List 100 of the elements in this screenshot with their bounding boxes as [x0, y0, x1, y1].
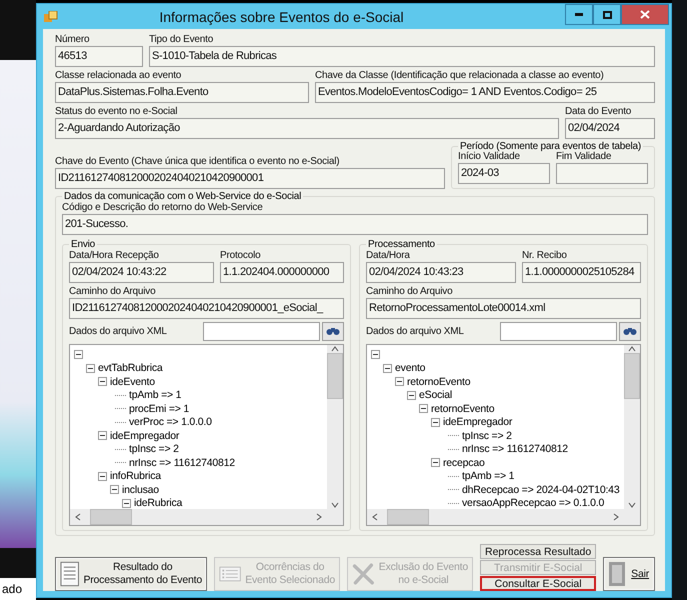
text-field[interactable]: RetornoProcessamentoLote00014.xml [366, 298, 641, 319]
text-field[interactable]: 02/04/2024 10:43:22 [69, 262, 214, 283]
scroll-right-icon[interactable] [315, 513, 323, 521]
tree-node[interactable]: eSocial [419, 389, 452, 402]
action-button[interactable]: Consultar E-Social [480, 576, 596, 591]
text-field[interactable] [556, 163, 648, 184]
field-label: Dados do arquivo XML [69, 325, 168, 338]
scrollbar-thumb[interactable] [90, 509, 132, 525]
text-field[interactable]: DataPlus.Sistemas.Folha.Evento [55, 82, 309, 103]
collapse-icon[interactable] [98, 377, 107, 386]
collapse-icon[interactable] [110, 485, 119, 494]
scroll-up-icon[interactable] [628, 345, 636, 353]
text-field[interactable]: Eventos.ModeloEventosCodigo= 1 AND Eventos.Codigo= 25 [315, 82, 655, 103]
text-field[interactable]: 201-Sucesso. [62, 214, 648, 235]
list-icon [219, 565, 242, 583]
document-icon [60, 561, 80, 587]
collapse-icon[interactable] [74, 350, 83, 360]
tree-node[interactable]: tpAmb => 1 [462, 470, 514, 482]
close-icon [640, 10, 650, 19]
scroll-left-icon[interactable] [371, 513, 379, 521]
field-label: Número [55, 33, 90, 46]
field-label: Caminho do Arquivo [69, 285, 156, 298]
tree-node[interactable]: verProc => 1.0.0.0 [129, 416, 212, 428]
exit-button[interactable]: Sair [603, 557, 655, 591]
text-field[interactable]: ID2116127408120002024040210420900001_eSocial_ [69, 298, 344, 319]
field-label: Dados do arquivo XML [366, 325, 465, 338]
scroll-down-icon[interactable] [331, 501, 339, 509]
collapse-icon[interactable] [98, 472, 107, 481]
tree-node[interactable]: ideEmpregador [110, 430, 180, 442]
vertical-scrollbar[interactable] [327, 345, 343, 509]
vertical-scrollbar[interactable] [624, 345, 640, 509]
collapse-icon[interactable] [431, 458, 440, 468]
tree-node[interactable]: ideEmpregador [443, 416, 512, 428]
action-button[interactable]: Resultado do Processamento do Evento [55, 557, 207, 591]
field-label: Fim Validade [556, 151, 612, 163]
tree-node[interactable]: retornoEvento [407, 376, 470, 388]
text-field[interactable]: 2-Aguardando Autorização [55, 118, 559, 139]
collapse-icon[interactable] [122, 498, 131, 508]
tree-node[interactable]: tpInsc => 2 [129, 443, 179, 456]
search-field[interactable] [203, 322, 320, 341]
maximize-icon [602, 10, 612, 18]
collapse-icon[interactable] [86, 364, 95, 373]
tree-node[interactable]: ideRubrica [134, 497, 182, 509]
scroll-up-icon[interactable] [331, 345, 339, 353]
text-field[interactable]: 1.1.0000000025105284 [522, 262, 641, 283]
collapse-icon[interactable] [419, 404, 428, 414]
tree-node[interactable]: nrInsc => 11612740812 [462, 443, 568, 456]
text-field[interactable]: 02/04/2024 10:43:23 [366, 262, 516, 283]
tree-node[interactable]: evtTabRubrica [98, 362, 163, 374]
collapse-icon[interactable] [98, 431, 107, 440]
action-button[interactable]: Reprocessa Resultado [480, 544, 596, 559]
group-title: Envio [70, 239, 96, 250]
search-field[interactable] [500, 322, 617, 341]
tree-node[interactable]: nrInsc => 11612740812 [129, 456, 235, 469]
door-icon [608, 561, 626, 587]
app-icon [44, 10, 58, 22]
minimize-button[interactable] [565, 4, 593, 25]
collapse-icon[interactable] [371, 350, 380, 360]
tree-node[interactable]: retornoEvento [431, 402, 494, 415]
xml-tree[interactable]: evtTabRubrica ideEvento tpAmb => 1 procEmi => 1 verProc => 1.0.0.0 ideEmpregador tpInsc => 2 nrInsc => 11612740812 infoRubrica inclusao ideRubrica [69, 344, 344, 526]
tree-node[interactable]: evento [395, 362, 426, 374]
text-field[interactable]: 1.1.202404.000000000 [220, 262, 344, 283]
window-title: Informações sobre Eventos do e-Social [158, 8, 405, 24]
scroll-right-icon[interactable] [612, 513, 620, 521]
maximize-button[interactable] [593, 4, 621, 25]
collapse-icon[interactable] [395, 377, 404, 386]
desktop-text: ado [0, 578, 36, 600]
binoculars-button[interactable] [619, 322, 641, 341]
horizontal-scrollbar[interactable] [70, 509, 327, 525]
tree-node[interactable]: dhRecepcao => 2024-04-02T10:43 [462, 484, 620, 496]
tree-node[interactable]: ideEvento [110, 376, 155, 388]
group-title: Dados da comunicação com o Web-Service do e-Social [63, 191, 302, 202]
text-field[interactable]: 2024-03 [458, 163, 550, 184]
binoculars-icon [623, 327, 637, 336]
collapse-icon[interactable] [407, 390, 416, 400]
field-label: Início Validade [458, 151, 520, 163]
collapse-icon[interactable] [383, 364, 392, 373]
xml-tree[interactable]: evento retornoEvento eSocial retornoEvento ideEmpregador tpInsc => 2 nrInsc => 11612740812 recepcao tpAmb => 1 dhRecepcao => 2024-04-02T10:43 versaoAppRecepcao => 0.1.0.0 [366, 344, 641, 526]
collapse-icon[interactable] [431, 418, 440, 427]
text-field[interactable]: 02/04/2024 [565, 118, 655, 139]
tree-node[interactable]: inclusao [122, 484, 159, 496]
text-field[interactable]: ID2116127408120002024040210420900001 [55, 168, 445, 189]
binoculars-button[interactable] [322, 322, 344, 341]
tree-node[interactable]: procEmi => 1 [129, 402, 190, 415]
scroll-left-icon[interactable] [74, 513, 82, 521]
tree-node[interactable]: versaoAppRecepcao => 0.1.0.0 [462, 497, 604, 509]
tree-node[interactable]: recepcao [443, 456, 485, 469]
text-field[interactable]: 46513 [55, 46, 143, 67]
minimize-icon [575, 13, 583, 16]
scrollbar-thumb[interactable] [387, 509, 429, 525]
tree-node[interactable]: tpInsc => 2 [462, 430, 512, 442]
tree-node[interactable]: tpAmb => 1 [129, 389, 182, 402]
text-field[interactable]: S-1010-Tabela de Rubricas [149, 46, 655, 67]
field-label: Data/Hora [366, 249, 411, 262]
horizontal-scrollbar[interactable] [367, 509, 624, 525]
tree-node[interactable]: infoRubrica [110, 470, 161, 482]
scroll-down-icon[interactable] [628, 501, 636, 509]
close-button[interactable] [621, 4, 669, 25]
scrollbar-thumb[interactable] [327, 353, 343, 399]
scrollbar-thumb[interactable] [624, 353, 640, 399]
